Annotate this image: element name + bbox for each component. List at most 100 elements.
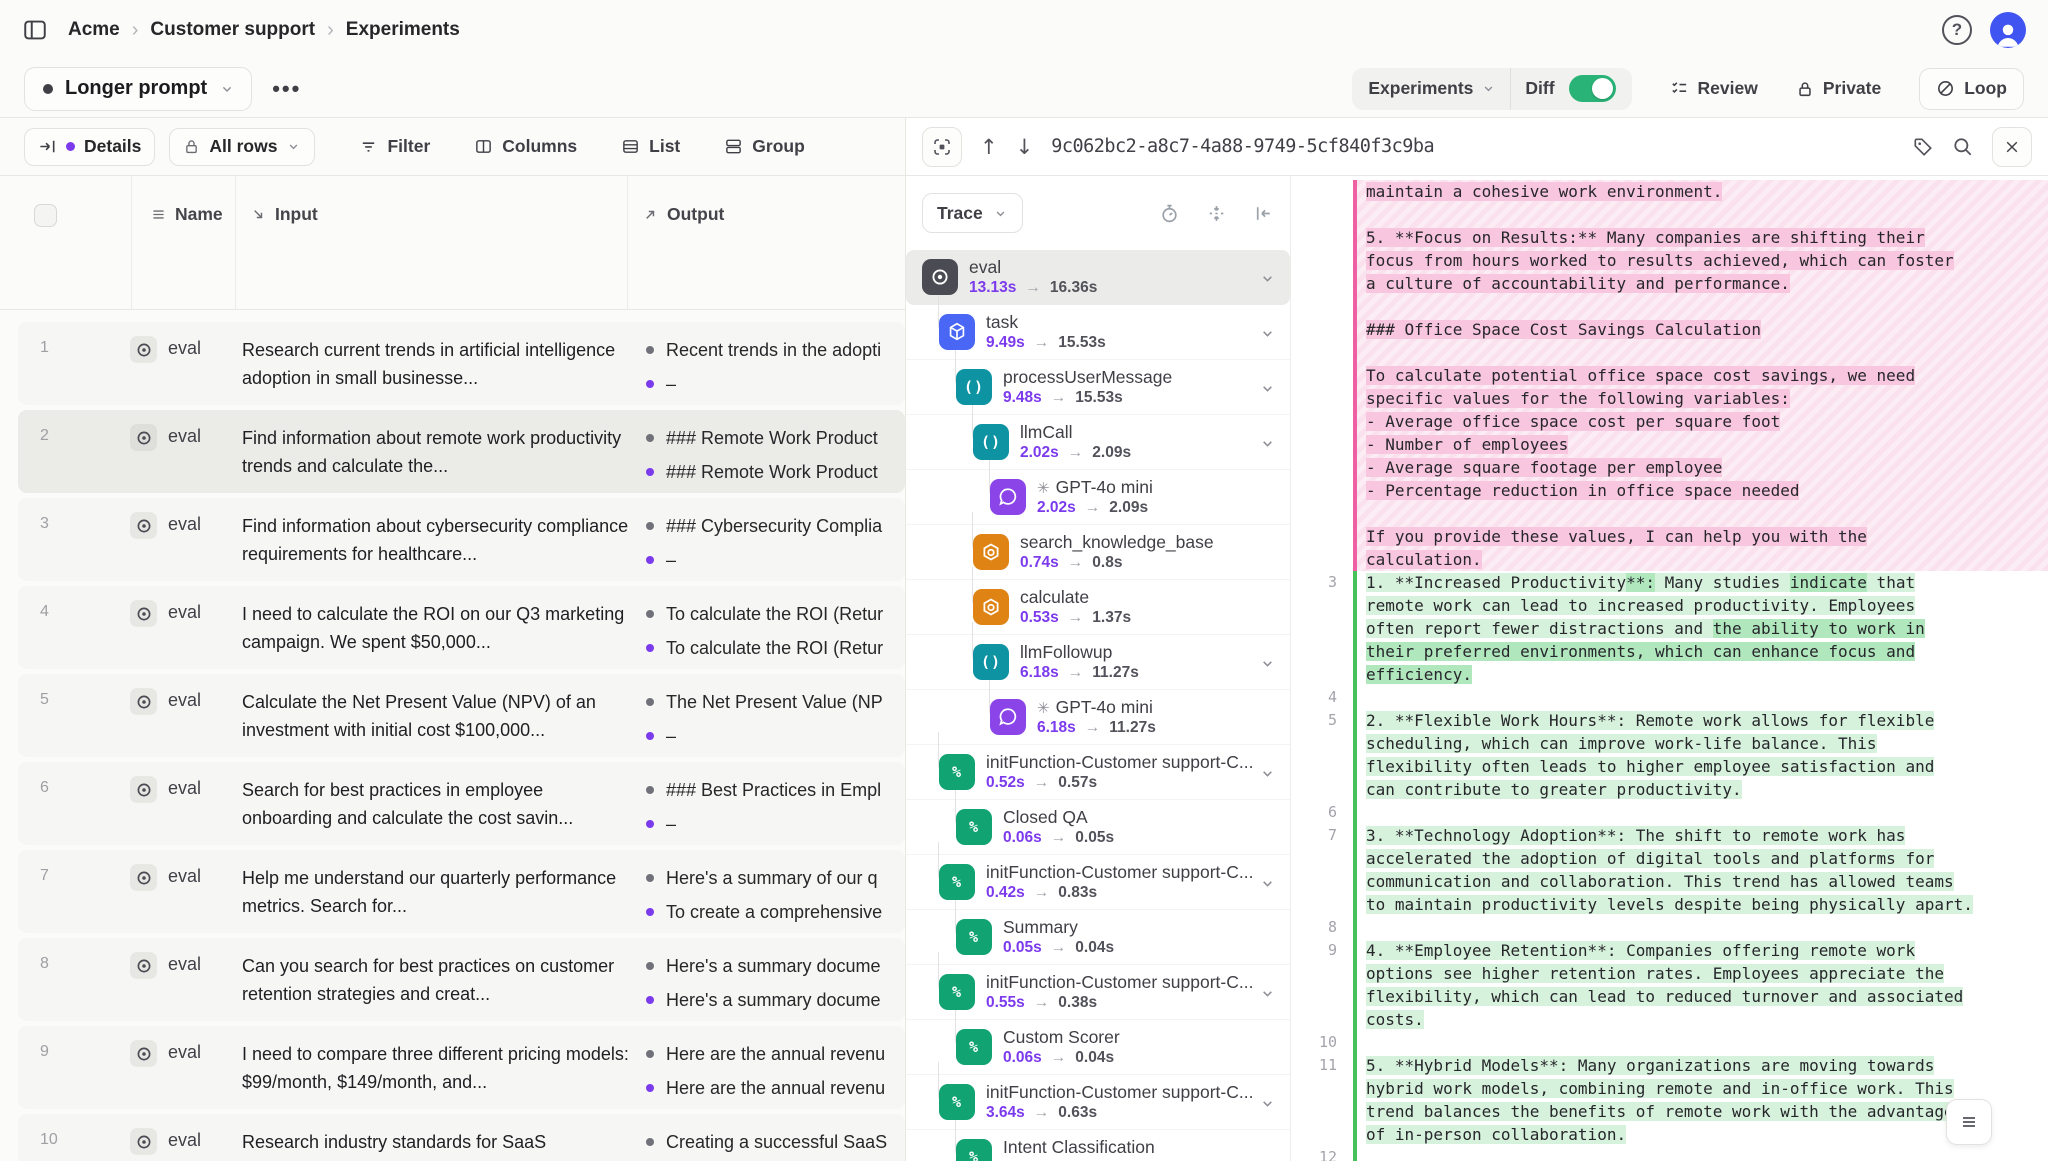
span-meta: processUserMessage9.48s→15.53s xyxy=(1003,367,1172,407)
breadcrumb-item[interactable]: Customer support xyxy=(150,19,315,41)
diff-line-number: 10 xyxy=(1291,1031,1353,1054)
span-name: llmCall xyxy=(1020,422,1131,443)
span-duration-compare: 0.63s xyxy=(1058,1104,1097,1122)
diff-lines: maintain a cohesive work environment.5. … xyxy=(1353,180,2048,571)
span-duration-current: 0.52s xyxy=(986,774,1025,792)
trace-view-selector[interactable]: Trace xyxy=(922,193,1023,233)
rows-filter-button[interactable]: All rows xyxy=(169,128,315,166)
timing-button[interactable] xyxy=(1159,203,1180,224)
next-row-button[interactable]: ↓ xyxy=(1016,135,1034,159)
arrow-right-icon: → xyxy=(1085,719,1101,737)
table-row[interactable]: 6evalSearch for best practices in employ… xyxy=(18,762,905,845)
trace-span[interactable]: ()llmCall2.02s→2.09s xyxy=(906,415,1290,470)
chevron-down-icon[interactable] xyxy=(1259,655,1276,672)
span-duration-compare: 2.09s xyxy=(1109,499,1148,517)
row-number: 4 xyxy=(40,603,49,621)
collapse-spans-button[interactable] xyxy=(1206,203,1227,224)
table-row[interactable]: 5evalCalculate the Net Present Value (NP… xyxy=(18,674,905,757)
trace-span[interactable]: %Closed QA0.06s→0.05s xyxy=(906,800,1290,855)
diff-line: focus from hours worked to results achie… xyxy=(1357,249,2048,272)
column-header-input[interactable]: Input xyxy=(250,204,318,225)
tag-button[interactable] xyxy=(1912,136,1934,158)
span-meta: Closed QA0.06s→0.05s xyxy=(1003,807,1114,847)
table-row[interactable]: 10evalResearch industry standards for Sa… xyxy=(18,1114,905,1161)
chevron-down-icon[interactable] xyxy=(1259,435,1276,452)
span-meta: Custom Scorer0.06s→0.04s xyxy=(1003,1027,1120,1067)
details-button[interactable]: Details xyxy=(24,128,155,166)
experiment-selector[interactable]: Longer prompt xyxy=(24,67,252,111)
filter-button[interactable]: Filter xyxy=(359,136,430,157)
breadcrumb-item[interactable]: Acme xyxy=(68,19,120,41)
diff-line: maintain a cohesive work environment. xyxy=(1357,180,2048,203)
trace-span[interactable]: ✳GPT-4o mini2.02s→2.09s xyxy=(906,470,1290,525)
expand-trace-button[interactable] xyxy=(922,127,962,167)
view-selector[interactable]: Experiments xyxy=(1368,78,1496,99)
chevron-down-icon[interactable] xyxy=(1259,1095,1276,1112)
close-panel-button[interactable] xyxy=(1992,127,2032,167)
table-row[interactable]: 2evalFind information about remote work … xyxy=(18,410,905,493)
chevron-down-icon[interactable] xyxy=(1259,270,1276,287)
trace-span[interactable]: ✳GPT-4o mini6.18s→11.27s xyxy=(906,690,1290,745)
row-name: eval xyxy=(168,602,201,623)
select-all-checkbox[interactable] xyxy=(34,204,57,227)
span-duration-compare: 15.53s xyxy=(1075,389,1122,407)
table-row[interactable]: 1evalResearch current trends in artifici… xyxy=(18,322,905,405)
trace-span[interactable]: %Custom Scorer0.06s→0.04s xyxy=(906,1020,1290,1075)
span-name: search_knowledge_base xyxy=(1020,532,1214,553)
trace-span[interactable]: %Intent Classification0.13s→0.03s xyxy=(906,1130,1290,1161)
help-icon[interactable]: ? xyxy=(1942,15,1972,45)
review-button[interactable]: Review xyxy=(1670,78,1758,99)
output-line: – xyxy=(646,370,905,398)
search-button[interactable] xyxy=(1952,136,1974,158)
span-type-icon: % xyxy=(939,754,975,790)
diff-line: hybrid work models, combining remote and… xyxy=(1357,1077,2048,1100)
eval-icon xyxy=(130,776,157,803)
trace-span[interactable]: calculate0.53s→1.37s xyxy=(906,580,1290,635)
diff-line-number xyxy=(1291,962,1353,985)
diff-line: - Percentage reduction in office space n… xyxy=(1357,479,2048,502)
output-bullet xyxy=(646,962,654,970)
loop-button[interactable]: Loop xyxy=(1919,68,2024,110)
span-meta: Intent Classification0.13s→0.03s xyxy=(1003,1137,1155,1161)
output-text: – xyxy=(666,550,676,571)
chat-bubble-icon xyxy=(997,706,1019,728)
outline-button[interactable] xyxy=(1946,1099,1992,1145)
column-header-name[interactable]: Name xyxy=(150,204,223,225)
trace-span[interactable]: ()llmFollowup6.18s→11.27s xyxy=(906,635,1290,690)
previous-row-button[interactable]: ↑ xyxy=(980,135,998,159)
diff-line-number: 8 xyxy=(1291,916,1353,939)
span-duration-compare: 11.27s xyxy=(1092,664,1139,682)
table-row[interactable]: 8evalCan you search for best practices o… xyxy=(18,938,905,1021)
columns-button[interactable]: Columns xyxy=(474,136,577,157)
avatar[interactable] xyxy=(1990,12,2026,48)
chevron-down-icon[interactable] xyxy=(1259,875,1276,892)
table-row[interactable]: 9evalI need to compare three different p… xyxy=(18,1026,905,1109)
sidebar-toggle-icon[interactable] xyxy=(22,17,48,43)
more-options-button[interactable]: ••• xyxy=(272,76,301,102)
group-button[interactable]: Group xyxy=(724,136,805,157)
arrow-right-icon: → xyxy=(1068,664,1084,682)
chevron-down-icon[interactable] xyxy=(1259,325,1276,342)
diff-toggle[interactable] xyxy=(1569,75,1616,102)
private-button[interactable]: Private xyxy=(1796,78,1881,99)
table-row[interactable]: 3evalFind information about cybersecurit… xyxy=(18,498,905,581)
trace-span[interactable]: search_knowledge_base0.74s→0.8s xyxy=(906,525,1290,580)
list-button[interactable]: List xyxy=(621,136,680,157)
table-row[interactable]: 4evalI need to calculate the ROI on our … xyxy=(18,586,905,669)
breadcrumb-item[interactable]: Experiments xyxy=(346,19,460,41)
trace-span[interactable]: %Summary0.05s→0.04s xyxy=(906,910,1290,965)
span-duration-current: 0.42s xyxy=(986,884,1025,902)
chevron-down-icon[interactable] xyxy=(1259,765,1276,782)
span-type-icon xyxy=(990,479,1026,515)
span-durations: 0.55s→0.38s xyxy=(986,994,1253,1012)
trace-span[interactable]: eval13.13s→16.36s xyxy=(906,250,1290,305)
chevron-down-icon[interactable] xyxy=(1259,985,1276,1002)
collapse-panel-button[interactable] xyxy=(1253,203,1274,224)
table-toolbar: Details All rows Filter Columns List xyxy=(0,118,905,176)
column-header-output[interactable]: Output xyxy=(642,204,724,225)
chevron-down-icon[interactable] xyxy=(1259,380,1276,397)
table-row[interactable]: 7evalHelp me understand our quarterly pe… xyxy=(18,850,905,933)
diff-line-number xyxy=(1291,272,1353,295)
diff-line-number xyxy=(1291,456,1353,479)
trace-span[interactable]: ()processUserMessage9.48s→15.53s xyxy=(906,360,1290,415)
